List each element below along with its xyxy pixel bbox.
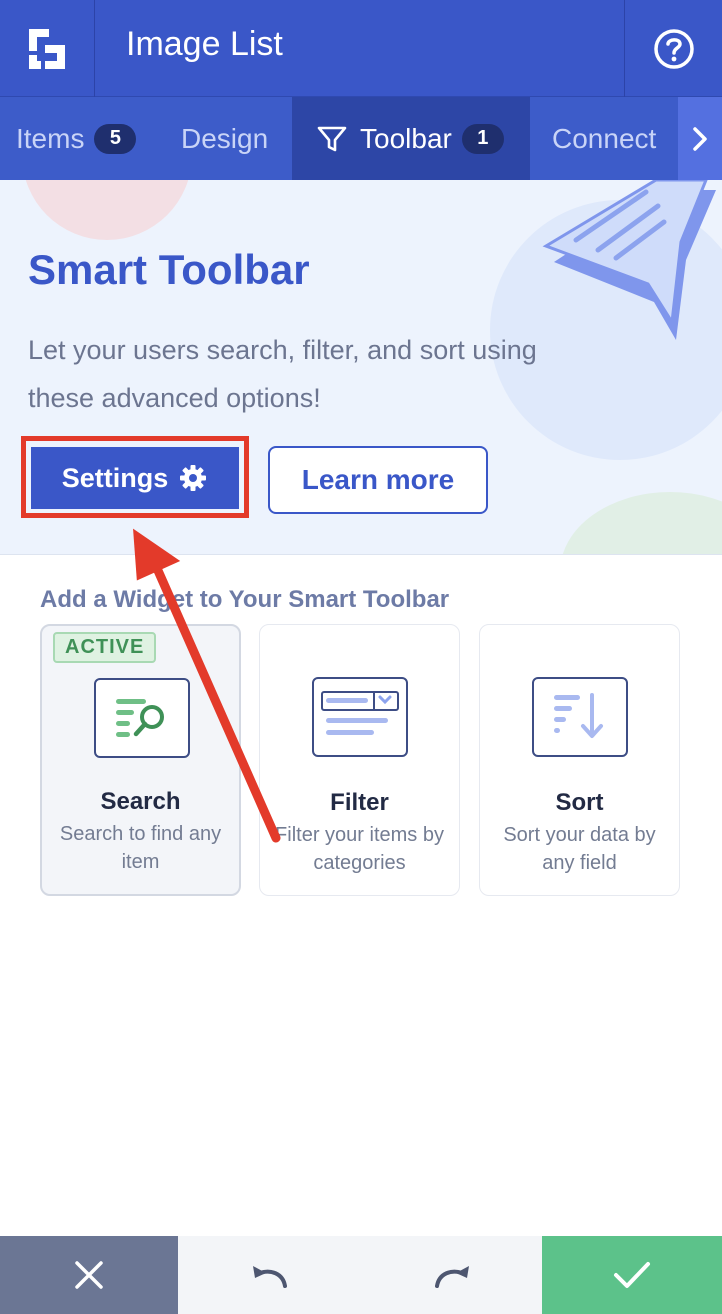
widget-card-filter[interactable]: Filter Filter your items by categories [259, 624, 460, 896]
search-widget-icon [94, 678, 190, 758]
decor-circle-green [560, 492, 722, 554]
close-icon [75, 1261, 103, 1289]
widget-card-sort[interactable]: Sort Sort your data by any field [479, 624, 680, 896]
app-header: Image List [0, 0, 722, 97]
help-button[interactable] [624, 0, 722, 97]
cancel-button[interactable] [0, 1236, 178, 1314]
filter-widget-title: Filter [330, 789, 389, 816]
action-footer [0, 1236, 722, 1314]
undo-button[interactable] [230, 1236, 308, 1314]
redo-button[interactable] [414, 1236, 492, 1314]
widgets-section-title: Add a Widget to Your Smart Toolbar [40, 586, 450, 613]
tab-items[interactable]: Items 5 [0, 97, 155, 180]
filter-widget-icon [312, 677, 408, 757]
tab-items-label: Items [16, 122, 85, 154]
tab-connect-label: Connect [552, 122, 657, 154]
tabs-scroll-right-button[interactable] [678, 97, 722, 180]
tab-design[interactable]: Design [155, 97, 292, 180]
tab-toolbar-label: Toolbar [360, 122, 452, 154]
tab-toolbar[interactable]: Toolbar 1 [292, 97, 530, 180]
hero-title: Smart Toolbar [28, 246, 310, 293]
sort-widget-description: Sort your data by any field [503, 824, 656, 874]
search-widget-description: Search to find any item [59, 823, 222, 873]
tab-design-label: Design [181, 122, 269, 154]
tab-bar: Items 5 Design Toolbar 1 Connect [0, 97, 722, 180]
chevron-right-icon [693, 126, 707, 151]
widget-card-search[interactable]: ACTIVE Search Search to find any item [40, 624, 241, 896]
filter-widget-description: Filter your items by categories [275, 824, 444, 874]
decor-circle-pink [22, 180, 192, 240]
settings-highlight-box [21, 436, 249, 518]
search-widget-title: Search [100, 788, 181, 815]
confirm-button[interactable] [542, 1236, 722, 1314]
active-status-badge: ACTIVE [53, 632, 157, 663]
toolbar-count-badge: 1 [461, 123, 504, 154]
hero-description: Let your users search, filter, and sort … [28, 335, 537, 413]
funnel-illustration-icon [542, 180, 716, 340]
tab-connect[interactable]: Connect [530, 97, 680, 180]
checkmark-icon [614, 1262, 650, 1288]
logo-button[interactable] [0, 0, 95, 97]
items-count-badge: 5 [94, 123, 137, 154]
app-title: Image List [126, 25, 283, 63]
question-circle-icon [653, 28, 694, 69]
undo-icon [253, 1266, 287, 1288]
sort-widget-icon [532, 677, 628, 757]
filter-funnel-icon [317, 126, 347, 151]
learn-more-label: Learn more [301, 464, 455, 495]
elfsight-logo-icon [29, 28, 65, 69]
smart-toolbar-hero: Smart Toolbar Let your users search, fil… [0, 180, 722, 555]
redo-icon [435, 1266, 469, 1288]
sort-widget-title: Sort [555, 789, 604, 816]
learn-more-button[interactable]: Learn more [268, 446, 488, 514]
